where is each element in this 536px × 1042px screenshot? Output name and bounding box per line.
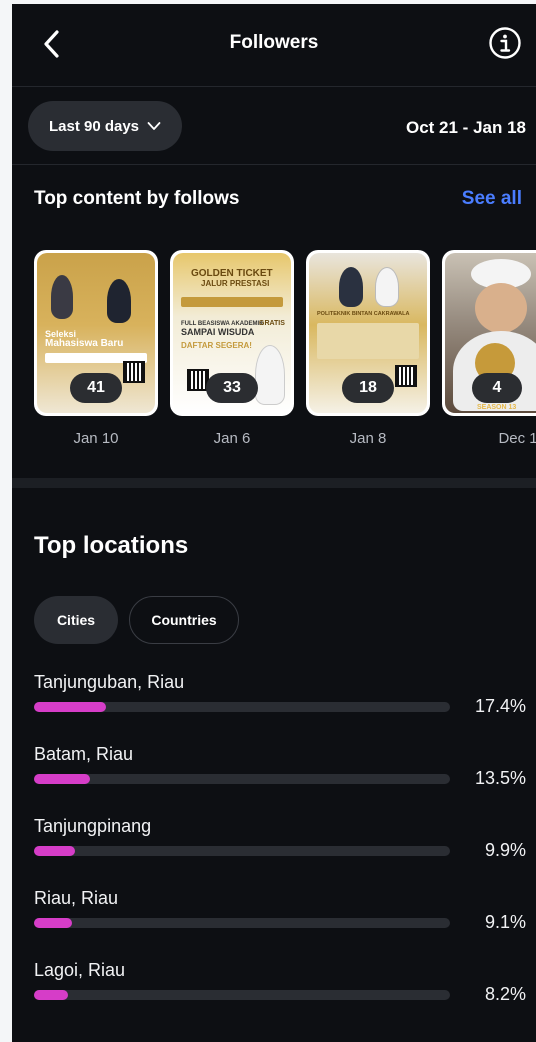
person-face (475, 283, 527, 333)
follow-count: 33 (206, 373, 258, 403)
follow-count: 4 (472, 373, 522, 403)
content-date: Jan 6 (213, 430, 251, 447)
followers-screen: Followers Last 90 days Oct 21 - Jan 18 T… (12, 4, 536, 1042)
location-bar-fill (34, 918, 72, 928)
location-row: Tanjungpinang 9.9% (34, 816, 526, 876)
location-bar-track (34, 846, 450, 856)
location-bar-fill (34, 774, 90, 784)
location-percent: 8.2% (484, 984, 526, 1004)
location-percent: 17.4% (474, 696, 526, 716)
content-thumbnail[interactable]: Seleksi Mahasiswa Baru 41 (34, 250, 158, 416)
post-text: POLITEKNIK BINTAN CAKRAWALA (317, 311, 410, 317)
location-row: Riau, Riau 9.1% (34, 888, 526, 948)
post-text: GOLDEN TICKET (191, 268, 273, 279)
filter-divider (12, 164, 536, 165)
person-figure (51, 275, 73, 319)
post-text: DAFTAR SEGERA! (181, 341, 252, 350)
date-range-dropdown-label: Last 90 days (48, 117, 140, 135)
location-bar-fill (34, 846, 75, 856)
post-image: GOLDEN TICKET JALUR PRESTASI FULL BEASIS… (173, 253, 291, 413)
post-banner (181, 297, 283, 307)
top-locations-title: Top locations (34, 532, 189, 559)
top-content-title: Top content by follows (34, 188, 240, 209)
person-figure (255, 345, 285, 405)
location-name: Lagoi, Riau (34, 960, 126, 980)
content-date: Dec 10 (498, 430, 536, 447)
tab-countries[interactable]: Countries (129, 596, 239, 644)
location-percent: 9.1% (484, 912, 526, 932)
location-name: Riau, Riau (34, 888, 119, 908)
post-text: SEASON 13 (477, 404, 517, 411)
location-name: Batam, Riau (34, 744, 134, 764)
post-text: GRATIS (259, 320, 285, 327)
content-date: Jan 10 (73, 430, 119, 447)
location-bar-track (34, 990, 450, 1000)
qr-code (123, 361, 145, 383)
post-image: POLITEKNIK BINTAN CAKRAWALA 18 (309, 253, 427, 413)
person-figure (107, 279, 131, 323)
top-bar: Followers (12, 4, 536, 86)
tab-cities[interactable]: Cities (34, 596, 118, 644)
location-bar-track (34, 774, 450, 784)
post-image: Seleksi Mahasiswa Baru 41 (37, 253, 155, 413)
qr-code (395, 365, 417, 387)
follow-count: 41 (70, 373, 122, 403)
info-button[interactable] (488, 26, 522, 60)
post-text: SAMPAI WISUDA (181, 327, 255, 337)
see-all-link[interactable]: See all (462, 188, 522, 210)
header-divider (12, 86, 536, 87)
date-range-dropdown[interactable]: Last 90 days (28, 101, 182, 151)
content-date: Jan 8 (349, 430, 387, 447)
top-content-carousel: Seleksi Mahasiswa Baru 41 Jan 10 GOLDEN … (34, 250, 536, 450)
chevron-down-icon (147, 122, 161, 130)
location-row: Tanjunguban, Riau 17.4% (34, 672, 526, 732)
location-row: Batam, Riau 13.5% (34, 744, 526, 804)
location-name: Tanjunguban, Riau (34, 672, 185, 692)
location-bar-fill (34, 990, 68, 1000)
location-name: Tanjungpinang (34, 816, 152, 836)
info-icon (489, 27, 521, 59)
date-range-text: Oct 21 - Jan 18 (405, 118, 526, 137)
person-figure (375, 267, 399, 307)
post-text: JALUR PRESTASI (201, 279, 270, 288)
location-bar-track (34, 702, 450, 712)
post-banner (317, 323, 419, 359)
content-thumbnail[interactable]: SEASON 13 4 (442, 250, 536, 416)
location-row: Lagoi, Riau 8.2% (34, 960, 526, 1020)
follow-count: 18 (342, 373, 394, 403)
post-image: SEASON 13 4 (445, 253, 536, 413)
person-figure (339, 267, 363, 307)
post-text: Mahasiswa Baru (45, 338, 124, 349)
page-title: Followers (229, 32, 319, 53)
content-thumbnail[interactable]: POLITEKNIK BINTAN CAKRAWALA 18 (306, 250, 430, 416)
section-divider (12, 478, 536, 488)
location-percent: 9.9% (484, 840, 526, 860)
location-percent: 13.5% (474, 768, 526, 788)
location-bar-fill (34, 702, 106, 712)
content-thumbnail[interactable]: GOLDEN TICKET JALUR PRESTASI FULL BEASIS… (170, 250, 294, 416)
location-bar-track (34, 918, 450, 928)
